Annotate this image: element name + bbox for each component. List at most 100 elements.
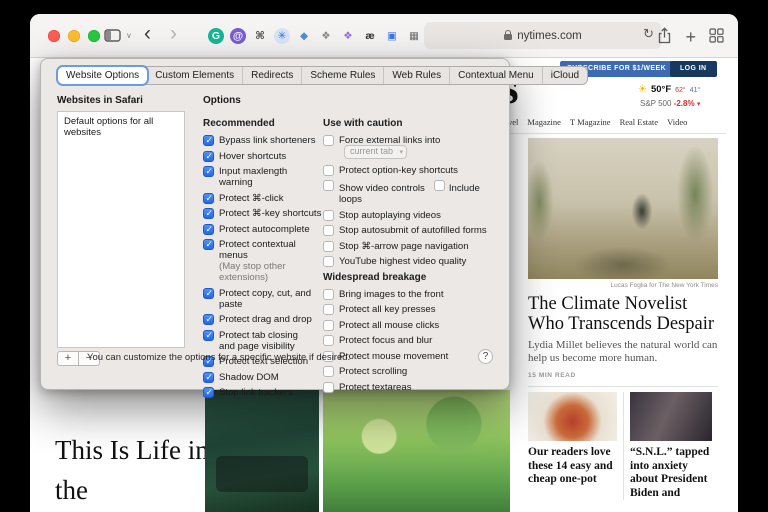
option-row[interactable]: Protect tab closing and page visibility — [203, 329, 323, 352]
share-icon[interactable] — [657, 27, 672, 49]
checkbox[interactable] — [323, 304, 334, 315]
market-widget[interactable]: S&P 500 -2.8% ▾ — [640, 99, 700, 108]
option-row[interactable]: Force external links intocurrent tab — [323, 135, 501, 160]
stopthemadness-icon[interactable]: ✳ — [274, 28, 290, 44]
checkbox[interactable] — [203, 192, 214, 204]
purple-shield-extension-icon[interactable]: ❖ — [340, 28, 356, 44]
checkbox[interactable] — [323, 319, 334, 331]
checkbox[interactable] — [323, 135, 334, 146]
option-row[interactable]: Shadow DOM — [203, 371, 323, 383]
blue-square-extension-icon[interactable]: ▣ — [384, 28, 400, 44]
nav-item[interactable]: T Magazine — [570, 117, 611, 127]
grammarly-icon[interactable]: G — [208, 28, 224, 44]
article-headline[interactable]: The Climate Novelist Who Transcends Desp… — [528, 294, 718, 334]
option-row[interactable]: Hover shortcuts — [203, 150, 323, 162]
checkbox[interactable] — [203, 287, 214, 299]
settings-tab[interactable]: iCloud — [543, 67, 587, 84]
checkbox[interactable] — [323, 256, 334, 267]
link-target-dropdown[interactable]: current tab — [344, 145, 408, 159]
command-extension-icon[interactable]: ⌘ — [252, 28, 268, 44]
checkbox[interactable] — [203, 239, 214, 250]
calculator-extension-icon[interactable]: ▦ — [406, 28, 422, 44]
option-row[interactable]: Stop ⌘-arrow page navigation — [323, 240, 501, 252]
checkbox[interactable] — [323, 209, 334, 221]
article-image-game-right[interactable] — [323, 390, 510, 512]
sidebar-icon[interactable] — [104, 29, 121, 47]
settings-tab[interactable]: Web Rules — [384, 67, 451, 84]
option-row[interactable]: Protect textareas — [323, 381, 501, 393]
checkbox[interactable] — [203, 135, 214, 146]
option-row[interactable]: Protect all mouse clicks — [323, 319, 501, 331]
tab-overview-icon[interactable] — [709, 28, 724, 48]
option-row[interactable]: Protect focus and blur — [323, 335, 501, 346]
forward-button[interactable]: › — [170, 22, 177, 46]
option-row[interactable]: Protect copy, cut, and paste — [203, 287, 323, 310]
ae-extension-icon[interactable]: æ — [362, 28, 378, 44]
settings-tab[interactable]: Redirects — [243, 67, 303, 84]
option-row[interactable]: Stop link trackers — [203, 387, 323, 398]
add-website-button[interactable]: + — [57, 351, 79, 366]
option-row[interactable]: Bypass link shorteners — [203, 135, 323, 146]
article-teaser[interactable]: Our readers love these 14 easy and cheap… — [528, 392, 617, 500]
checkbox[interactable] — [203, 150, 214, 162]
checkbox[interactable] — [323, 240, 334, 252]
refresh-icon[interactable]: ↻ — [643, 26, 654, 42]
checkbox[interactable] — [203, 223, 214, 235]
option-row[interactable]: Protect option-key shortcuts — [323, 164, 501, 176]
secondary-headline[interactable]: This Is Life in the Me — [55, 430, 230, 512]
option-row[interactable]: Protect drag and drop — [203, 314, 323, 325]
at-extension-icon[interactable]: @ — [230, 28, 246, 44]
settings-tab[interactable]: Custom Elements — [147, 67, 244, 84]
login-button[interactable]: LOG IN — [670, 61, 717, 77]
diamond-extension-icon[interactable]: ◆ — [296, 28, 312, 44]
option-row[interactable]: Protect contextual menus (May stop other… — [203, 239, 323, 283]
checkbox[interactable] — [323, 335, 334, 346]
new-tab-icon[interactable]: + — [685, 28, 696, 46]
option-row[interactable]: Stop autosubmit of autofilled forms — [323, 225, 501, 236]
option-row[interactable]: Protect autocomplete — [203, 223, 323, 235]
address-bar[interactable]: nytimes.com ↻ — [424, 22, 662, 49]
zoom-button[interactable] — [88, 30, 100, 42]
checkbox[interactable] — [203, 314, 214, 325]
browser-toolbar: ∨ ‹ › G @ ⌘ ✳ ◆ ❖ ❖ æ ▣ ▦ nytimes.com ↻ … — [30, 14, 738, 58]
nav-item[interactable]: Video — [667, 117, 687, 127]
back-button[interactable]: ‹ — [144, 22, 151, 46]
close-button[interactable] — [48, 30, 60, 42]
option-row[interactable]: Protect scrolling — [323, 366, 501, 377]
website-item[interactable]: Default options for all websites — [58, 112, 184, 142]
option-row[interactable]: Show video controls Include loops — [323, 180, 501, 205]
checkbox[interactable] — [433, 180, 445, 191]
option-row[interactable]: Stop autoplaying videos — [323, 209, 501, 221]
websites-list[interactable]: Default options for all websites — [57, 111, 185, 348]
checkbox[interactable] — [323, 164, 334, 176]
option-row[interactable]: Protect ⌘-key shortcuts — [203, 208, 323, 219]
checkbox[interactable] — [323, 288, 334, 300]
nav-item[interactable]: Magazine — [527, 117, 561, 127]
checkbox[interactable] — [203, 208, 214, 219]
settings-tab[interactable]: Scheme Rules — [302, 67, 385, 84]
minimize-button[interactable] — [68, 30, 80, 42]
help-button[interactable]: ? — [478, 349, 493, 364]
nav-item[interactable]: Real Estate — [620, 117, 658, 127]
checkbox[interactable] — [323, 381, 334, 393]
checkbox[interactable] — [203, 166, 214, 177]
settings-tab[interactable]: Contextual Menu — [450, 67, 543, 84]
shield-extension-icon[interactable]: ❖ — [318, 28, 334, 44]
checkbox[interactable] — [323, 180, 334, 191]
weather-widget[interactable]: ☀ 50°F 62° 41° — [638, 84, 700, 95]
option-row[interactable]: YouTube highest video quality — [323, 256, 501, 267]
checkbox[interactable] — [323, 225, 334, 236]
checkbox[interactable] — [203, 387, 214, 398]
article-teaser[interactable]: “S.N.L.” tapped into anxiety about Presi… — [623, 392, 712, 500]
option-row[interactable]: Protect all key presses — [323, 304, 501, 315]
article-image[interactable] — [528, 138, 718, 279]
chevron-down-icon[interactable]: ∨ — [126, 31, 132, 40]
checkbox[interactable] — [203, 329, 214, 341]
checkbox[interactable] — [323, 366, 334, 377]
article-image-game-left[interactable] — [205, 390, 319, 512]
option-row[interactable]: Protect ⌘-click — [203, 192, 323, 204]
option-row[interactable]: Input maxlength warning — [203, 166, 323, 188]
checkbox[interactable] — [203, 371, 214, 383]
option-row[interactable]: Bring images to the front — [323, 288, 501, 300]
settings-tab[interactable]: Website Options — [58, 67, 148, 84]
